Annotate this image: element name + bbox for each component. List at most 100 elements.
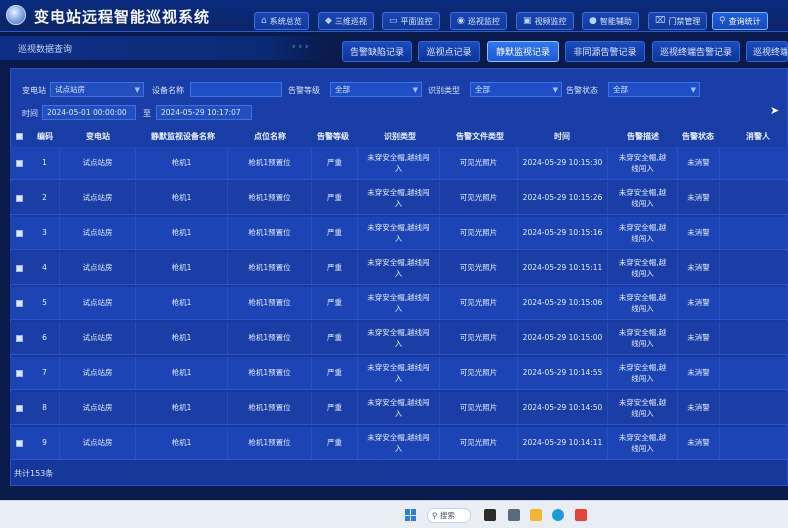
tab-patrol-point[interactable]: 巡视点记录 <box>418 41 480 62</box>
cell-station: 试点站房 <box>60 252 136 285</box>
nav-query-stats[interactable]: ⚲ 查询统计 <box>712 12 768 30</box>
task-view-icon[interactable] <box>484 509 496 521</box>
col-header-status: 告警状态 <box>682 132 714 141</box>
tab-terminal-alarm[interactable]: 巡视终端告警记录 <box>652 41 740 62</box>
tab-non-homologous[interactable]: 非同源告警记录 <box>565 41 645 62</box>
time-end-input[interactable]: 2024-05-29 10:17:07 <box>156 105 252 120</box>
cell-recog: 未穿安全帽,越线闯入 <box>358 252 440 285</box>
col-header-handler: 消警人 <box>746 132 770 141</box>
cell-desc: 未穿安全帽,越线闯入 <box>608 217 678 250</box>
row-checkbox[interactable] <box>16 160 23 167</box>
tab-silent-monitor[interactable]: 静默监视记录 <box>487 41 559 62</box>
app-icon[interactable] <box>508 509 520 521</box>
cell-status: 未消警 <box>678 322 720 355</box>
row-checkbox[interactable] <box>16 265 23 272</box>
eye-icon: ◉ <box>457 16 465 26</box>
status-select[interactable]: 全部 ▼ <box>608 82 700 97</box>
nav-smart-assist[interactable]: ● 智能辅助 <box>582 12 639 30</box>
table-row[interactable]: 8 试点站房 枪机1 枪机1预置位 严重 未穿安全帽,越线闯入 可见光照片 20… <box>10 392 788 425</box>
cell-handler <box>720 147 788 180</box>
cell-desc: 未穿安全帽,越线闯入 <box>608 147 678 180</box>
chevron-down-icon: ▼ <box>134 86 140 94</box>
home-icon: ⌂ <box>261 16 267 26</box>
station-label: 变电站 <box>22 86 46 95</box>
cell-point: 枪机1预置位 <box>228 427 312 460</box>
row-checkbox[interactable] <box>16 370 23 377</box>
cell-recog: 未穿安全帽,越线闯入 <box>358 322 440 355</box>
cell-point: 枪机1预置位 <box>228 357 312 390</box>
cell-time: 2024-05-29 10:15:16 <box>518 217 608 250</box>
table-row[interactable]: 6 试点站房 枪机1 枪机1预置位 严重 未穿安全帽,越线闯入 可见光照片 20… <box>10 322 788 355</box>
tab-terminal[interactable]: 巡视终端 <box>746 41 788 62</box>
cell-no: 9 <box>30 427 60 460</box>
table-row[interactable]: 9 试点站房 枪机1 枪机1预置位 严重 未穿安全帽,越线闯入 可见光照片 20… <box>10 427 788 460</box>
table-row[interactable]: 5 试点站房 枪机1 枪机1预置位 严重 未穿安全帽,越线闯入 可见光照片 20… <box>10 287 788 320</box>
row-checkbox[interactable] <box>16 230 23 237</box>
browser-icon[interactable] <box>552 509 564 521</box>
cell-no: 4 <box>30 252 60 285</box>
cell-level: 严重 <box>312 252 358 285</box>
cell-desc: 未穿安全帽,越线闯入 <box>608 287 678 320</box>
wps-icon[interactable] <box>575 509 587 521</box>
taskbar-search[interactable]: ⚲ 搜索 <box>427 508 471 523</box>
table-row[interactable]: 2 试点站房 枪机1 枪机1预置位 严重 未穿安全帽,越线闯入 可见光照片 20… <box>10 182 788 215</box>
top-bar: 变电站远程智能巡视系统 ⌂ 系统总览 ◆ 三维巡视 ▭ 平面监控 ◉ 巡视监控 ▣ 视频监… <box>0 0 788 32</box>
cell-status: 未消警 <box>678 147 720 180</box>
col-header-no: 编码 <box>37 132 53 141</box>
cell-file: 可见光照片 <box>440 392 518 425</box>
table-row[interactable]: 7 试点站房 枪机1 枪机1预置位 严重 未穿安全帽,越线闯入 可见光照片 20… <box>10 357 788 390</box>
taskbar: ⚲ 搜索 <box>0 500 788 528</box>
cell-status: 未消警 <box>678 357 720 390</box>
search-icon: ⚲ <box>432 511 440 520</box>
nav-access-control[interactable]: ⌧ 门禁管理 <box>648 12 708 30</box>
row-checkbox[interactable] <box>16 300 23 307</box>
status-label: 告警状态 <box>566 86 598 95</box>
cell-file: 可见光照片 <box>440 322 518 355</box>
cell-recog: 未穿安全帽,越线闯入 <box>358 357 440 390</box>
tab-alarm-defect[interactable]: 告警缺陷记录 <box>342 41 412 62</box>
row-checkbox[interactable] <box>16 405 23 412</box>
cell-time: 2024-05-29 10:15:26 <box>518 182 608 215</box>
cell-point: 枪机1预置位 <box>228 287 312 320</box>
col-header-level: 告警等级 <box>317 132 349 141</box>
cell-status: 未消警 <box>678 252 720 285</box>
nav-3d-patrol[interactable]: ◆ 三维巡视 <box>318 12 374 30</box>
cell-time: 2024-05-29 10:15:00 <box>518 322 608 355</box>
cell-status: 未消警 <box>678 427 720 460</box>
table-row[interactable]: 1 试点站房 枪机1 枪机1预置位 严重 未穿安全帽,越线闯入 可见光照片 20… <box>10 147 788 180</box>
recog-select[interactable]: 全部 ▼ <box>470 82 562 97</box>
table-row[interactable]: 4 试点站房 枪机1 枪机1预置位 严重 未穿安全帽,越线闯入 可见光照片 20… <box>10 252 788 285</box>
cell-level: 严重 <box>312 322 358 355</box>
table-row[interactable]: 3 试点站房 枪机1 枪机1预置位 严重 未穿安全帽,越线闯入 可见光照片 20… <box>10 217 788 250</box>
cell-level: 严重 <box>312 182 358 215</box>
cell-station: 试点站房 <box>60 322 136 355</box>
station-select[interactable]: 试点站房 ▼ <box>50 82 144 97</box>
row-checkbox[interactable] <box>16 335 23 342</box>
nav-patrol-monitor[interactable]: ◉ 巡视监控 <box>450 12 507 30</box>
cell-time: 2024-05-29 10:14:55 <box>518 357 608 390</box>
nav-video-monitor[interactable]: ▣ 视频监控 <box>516 12 574 30</box>
level-select[interactable]: 全部 ▼ <box>330 82 422 97</box>
windows-start-icon[interactable] <box>405 509 417 521</box>
cell-status: 未消警 <box>678 287 720 320</box>
time-start-input[interactable]: 2024-05-01 00:00:00 <box>42 105 136 120</box>
select-all-checkbox[interactable] <box>16 133 23 140</box>
folder-icon[interactable] <box>530 509 542 521</box>
cell-device: 枪机1 <box>136 252 228 285</box>
cell-level: 严重 <box>312 287 358 320</box>
nav-plane-monitor[interactable]: ▭ 平面监控 <box>382 12 440 30</box>
breadcrumb: 巡视数据查询 › › › <box>0 36 330 60</box>
cell-device: 枪机1 <box>136 182 228 215</box>
search-icon: ⚲ <box>719 16 726 26</box>
device-input[interactable] <box>190 82 282 97</box>
breadcrumb-label: 巡视数据查询 <box>18 45 73 55</box>
nav-system-overview[interactable]: ⌂ 系统总览 <box>254 12 309 30</box>
cell-recog: 未穿安全帽,越线闯入 <box>358 427 440 460</box>
row-checkbox[interactable] <box>16 195 23 202</box>
cell-time: 2024-05-29 10:14:50 <box>518 392 608 425</box>
cell-station: 试点站房 <box>60 182 136 215</box>
cell-no: 2 <box>30 182 60 215</box>
cell-device: 枪机1 <box>136 357 228 390</box>
cell-station: 试点站房 <box>60 357 136 390</box>
row-checkbox[interactable] <box>16 440 23 447</box>
